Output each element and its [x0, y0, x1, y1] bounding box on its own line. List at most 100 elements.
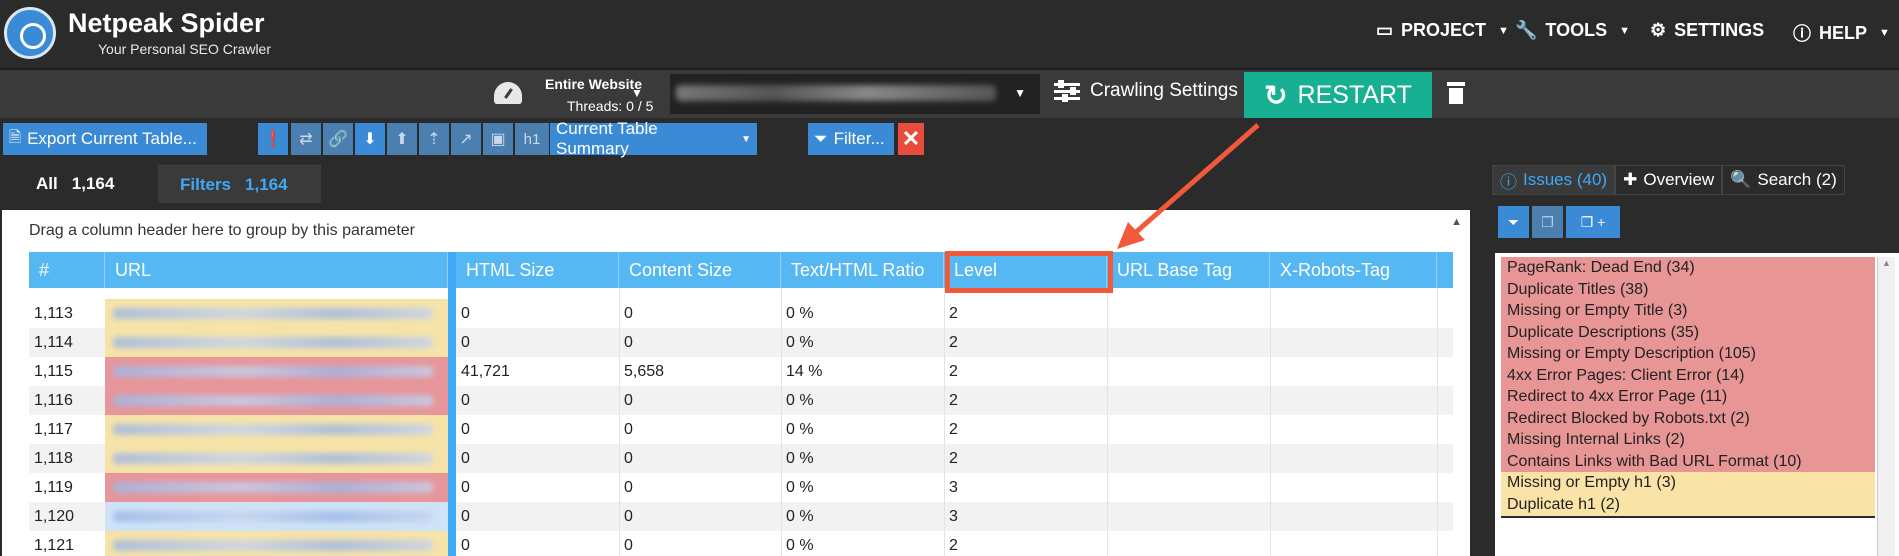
crawl-scope-select[interactable]: Entire Website [545, 76, 642, 92]
ratio-cell: 0 % [786, 507, 814, 525]
tab-issues-label: Issues (40) [1523, 170, 1608, 189]
level-cell: 2 [949, 333, 958, 351]
table-row[interactable]: 1,114 0 0 0 % 2 [29, 328, 1453, 357]
menu-tools[interactable]: 🔧 TOOLS ▼ [1515, 20, 1630, 41]
issue-item[interactable]: Duplicate Descriptions (35) [1501, 321, 1875, 346]
filter-button[interactable]: ⏷ Filter... [808, 123, 894, 155]
ratio-cell: 14 % [786, 362, 823, 380]
column-header-x-robots-tag[interactable]: X-Robots-Tag [1270, 252, 1437, 288]
url-cell[interactable] [105, 415, 448, 444]
menu-help[interactable]: ⓘ HELP ▼ [1793, 20, 1890, 46]
url-cell[interactable] [105, 444, 448, 473]
column-header-number[interactable]: # [29, 252, 105, 288]
url-cell[interactable] [105, 386, 448, 415]
tab-filters[interactable]: Filters 1,164 [158, 165, 321, 203]
table-row[interactable]: 1,116 0 0 0 % 2 [29, 386, 1453, 415]
url-cell[interactable] [105, 328, 448, 357]
chevron-down-icon[interactable]: ▼ [631, 86, 643, 100]
outgoing-links-icon[interactable]: ⬆ [387, 123, 417, 155]
content-size-cell: 0 [624, 478, 633, 496]
copy-add-icon[interactable]: ❐ + [1566, 206, 1620, 238]
copy-icon[interactable]: ❐ [1532, 206, 1563, 238]
table-row[interactable]: 1,120 0 0 0 % 3 [29, 502, 1453, 531]
redirects-icon[interactable]: ⇄ [291, 123, 321, 155]
tab-issues[interactable]: ⓘ Issues (40) [1492, 165, 1616, 195]
column-header-url-base-tag[interactable]: URL Base Tag [1107, 252, 1270, 288]
h1-button[interactable]: h1 [515, 123, 549, 155]
column-divider [1107, 288, 1108, 556]
url-cell[interactable] [105, 357, 448, 386]
menu-settings[interactable]: ⚙ SETTINGS [1650, 20, 1764, 41]
html-size-cell: 0 [461, 478, 470, 496]
clear-filter-button[interactable]: ✕ [898, 123, 924, 155]
upload-icon[interactable]: ⇡ [419, 123, 449, 155]
frozen-column-splitter[interactable] [448, 252, 456, 556]
url-cell[interactable] [105, 502, 448, 531]
crawling-settings-button[interactable]: Crawling Settings [1054, 80, 1238, 102]
blurred-url [676, 85, 996, 101]
incoming-links-icon[interactable]: ⬇ [355, 123, 385, 155]
table-row[interactable]: 1,119 0 0 0 % 3 [29, 473, 1453, 502]
row-number: 1,121 [34, 536, 75, 554]
results-panel: Drag a column header here to group by th… [2, 210, 1470, 556]
scrollbar[interactable] [1877, 257, 1895, 556]
results-table: # URL HTML Size Content Size Text/HTML R… [29, 252, 1453, 556]
column-header-text-html-ratio[interactable]: Text/HTML Ratio [781, 252, 944, 288]
drive-icon: ▭ [1376, 20, 1394, 40]
funnel-icon[interactable]: ⏷ [1498, 206, 1529, 238]
url-cell[interactable] [105, 473, 448, 502]
issue-item[interactable]: Redirect Blocked by Robots.txt (2) [1501, 407, 1875, 432]
blurred-url [113, 453, 433, 464]
issues-filter-icon[interactable]: ❗ [258, 123, 288, 155]
chevron-up-icon[interactable]: ▲ [1451, 216, 1462, 228]
table-row[interactable]: 1,121 0 0 0 % 2 [29, 531, 1453, 556]
issue-item[interactable]: Duplicate h1 (2) [1501, 493, 1875, 518]
column-header-url[interactable]: URL [105, 252, 448, 288]
funnel-icon: ⏷ [814, 129, 828, 148]
column-header-html-size[interactable]: HTML Size [456, 252, 619, 288]
chevron-down-icon[interactable]: ▼ [1014, 86, 1026, 100]
issue-item[interactable]: Contains Links with Bad URL Format (10) [1501, 450, 1875, 475]
link-icon[interactable]: 🔗 [323, 123, 353, 155]
tab-overview[interactable]: ✚ Overview [1615, 165, 1723, 195]
group-by-hint: Drag a column header here to group by th… [29, 222, 415, 239]
html-size-cell: 0 [461, 507, 470, 525]
level-cell: 3 [949, 507, 958, 525]
content-size-cell: 0 [624, 420, 633, 438]
issue-item[interactable]: Missing or Empty Title (3) [1501, 300, 1875, 324]
table-row[interactable]: 1,117 0 0 0 % 2 [29, 415, 1453, 444]
restart-button[interactable]: ↻ RESTART [1244, 72, 1432, 118]
table-row[interactable]: 1,115 41,721 5,658 14 % 2 [29, 357, 1453, 386]
url-cell[interactable] [105, 299, 448, 328]
export-button[interactable]: 🗎 Export Current Table... [3, 123, 207, 155]
external-link-icon[interactable]: ↗ [451, 123, 481, 155]
image-icon[interactable]: ▣ [483, 123, 513, 155]
blurred-url [113, 424, 433, 435]
table-row[interactable]: 1,113 0 0 0 % 2 [29, 299, 1453, 328]
chevron-down-icon: ▼ [1498, 24, 1509, 37]
row-number: 1,113 [34, 304, 73, 322]
url-cell[interactable] [105, 531, 448, 556]
export-file-icon: 🗎 [9, 128, 22, 146]
issue-item[interactable]: Missing Internal Links (2) [1501, 429, 1875, 453]
issue-item[interactable]: Duplicate Titles (38) [1501, 278, 1875, 303]
issue-item[interactable]: Redirect to 4xx Error Page (11) [1501, 386, 1875, 410]
issue-item[interactable]: Missing or Empty Description (105) [1501, 343, 1875, 367]
issue-item[interactable]: Missing or Empty h1 (3) [1501, 472, 1875, 496]
row-number: 1,119 [34, 478, 73, 496]
tab-all[interactable]: All 1,164 [14, 165, 136, 203]
table-summary-select[interactable]: Current Table Summary ▼ [550, 119, 757, 158]
menu-project[interactable]: ▭ PROJECT ▼ [1376, 20, 1509, 41]
url-input[interactable]: ▼ [670, 74, 1040, 114]
column-header-content-size[interactable]: Content Size [619, 252, 781, 288]
sidebar-toolbar: ⏷ ❐ ❐ + [1498, 206, 1620, 238]
table-header: # URL HTML Size Content Size Text/HTML R… [29, 252, 1453, 288]
issue-item[interactable]: 4xx Error Pages: Client Error (14) [1501, 364, 1875, 389]
trash-icon[interactable] [1447, 82, 1465, 104]
table-row[interactable]: 1,118 0 0 0 % 2 [29, 444, 1453, 473]
html-size-cell: 41,721 [461, 362, 510, 380]
blurred-url [113, 395, 433, 406]
issue-item[interactable]: PageRank: Dead End (34) [1501, 257, 1875, 281]
column-divider [619, 288, 620, 556]
tab-search[interactable]: 🔍 Search (2) [1722, 165, 1845, 195]
